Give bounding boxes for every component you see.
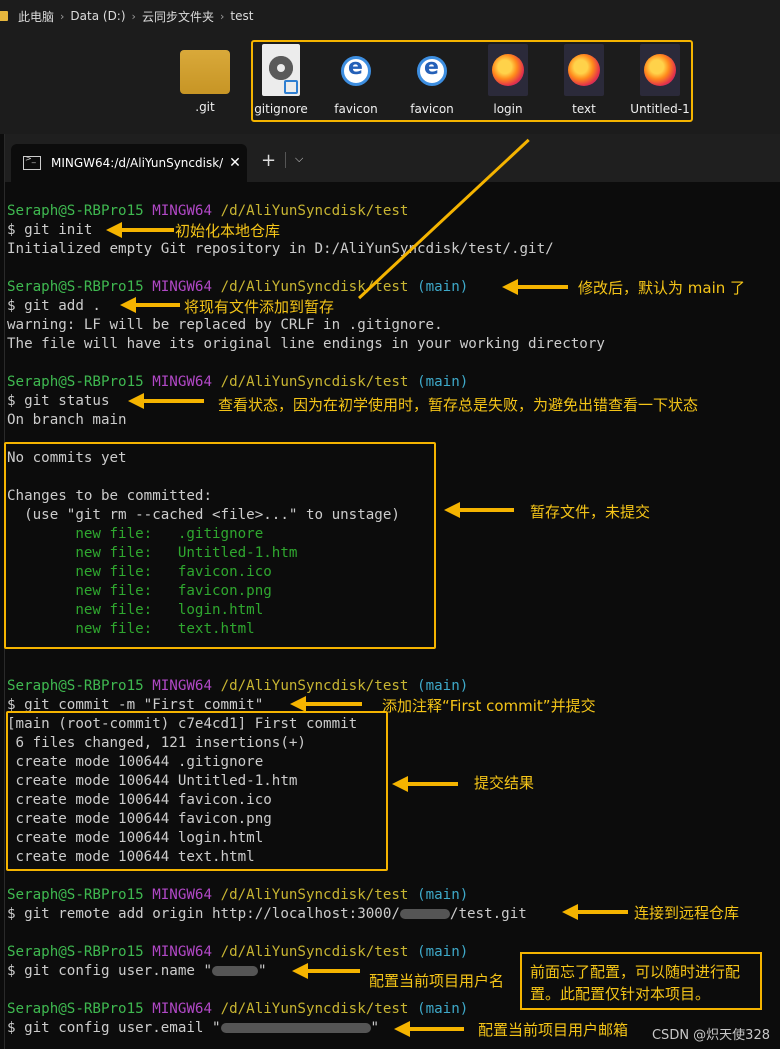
command-line: $ git init: [7, 222, 93, 238]
terminal-tab-bar: MINGW64:/d/AliYunSyncdisk/ ✕ + ⌵: [5, 134, 780, 182]
divider: [285, 152, 286, 168]
breadcrumb: 此电脑 › Data (D:) › 云同步文件夹 › test: [0, 0, 780, 32]
breadcrumb-item[interactable]: 云同步文件夹: [142, 8, 214, 25]
folder-icon: [0, 11, 8, 21]
terminal-icon: [23, 154, 41, 170]
chevron-right-icon: ›: [131, 9, 136, 23]
close-icon[interactable]: ✕: [223, 155, 247, 171]
annotation-staged: 暂存文件，未提交: [530, 503, 651, 521]
file-item-git-folder[interactable]: .git: [168, 44, 242, 114]
files-highlight-box: [251, 40, 693, 122]
output-line: Initialized empty Git repository in D:/A…: [7, 241, 554, 257]
redacted-text: [212, 966, 258, 976]
new-tab-button[interactable]: +: [261, 150, 276, 171]
annotation-config-name: 配置当前项目用户名: [369, 972, 505, 990]
prompt-line: Seraph@S-RBPro15 MINGW64 /d/AliYunSyncdi…: [7, 1001, 469, 1017]
redacted-text: [399, 909, 450, 919]
redacted-text: [220, 1023, 371, 1033]
annotation-config-email: 配置当前项目用户邮箱: [478, 1021, 629, 1039]
command-line: $ git remote add origin http://localhost…: [7, 906, 527, 922]
file-label: .git: [195, 100, 215, 114]
chevron-right-icon: ›: [60, 9, 65, 23]
annotation-commit-result: 提交结果: [474, 774, 535, 792]
watermark: CSDN @炽天使328: [651, 1028, 770, 1043]
breadcrumb-item[interactable]: test: [230, 9, 253, 23]
annotation-add: 将现有文件添加到暂存: [184, 298, 335, 316]
folder-icon: [180, 50, 230, 94]
command-line: $ git config user.name " ": [7, 963, 267, 979]
annotation-status: 查看状态，因为在初学使用时，暂存总是失败，为避免出错查看一下状态: [218, 396, 699, 414]
prompt-line: Seraph@S-RBPro15 MINGW64 /d/AliYunSyncdi…: [7, 678, 469, 694]
breadcrumb-item[interactable]: Data (D:): [70, 9, 125, 23]
annotation-default-main: 修改后，默认为 main 了: [578, 279, 746, 297]
chevron-down-icon[interactable]: ⌵: [295, 152, 303, 166]
annotation-init: 初始化本地仓库: [175, 222, 281, 240]
commit-result-highlight-box: [6, 711, 388, 871]
annotation-config-callout: 前面忘了配置，可以随时进行配置。此配置仅针对本项目。: [520, 952, 762, 1010]
file-explorer: 此电脑 › Data (D:) › 云同步文件夹 › test .git git…: [0, 0, 780, 134]
terminal-tab[interactable]: MINGW64:/d/AliYunSyncdisk/ ✕: [11, 144, 247, 182]
prompt-line: Seraph@S-RBPro15 MINGW64 /d/AliYunSyncdi…: [7, 944, 469, 960]
tab-title: MINGW64:/d/AliYunSyncdisk/: [51, 156, 223, 170]
command-line: $ git config user.email " ": [7, 1020, 380, 1036]
annotation-commit: 添加注释“First commit”并提交: [382, 697, 596, 715]
prompt-line: Seraph@S-RBPro15 MINGW64 /d/AliYunSyncdi…: [7, 374, 469, 390]
annotation-remote: 连接到远程仓库: [634, 904, 740, 922]
prompt-line: Seraph@S-RBPro15 MINGW64 /d/AliYunSyncdi…: [7, 203, 409, 219]
output-line: warning: LF will be replaced by CRLF in …: [7, 317, 443, 333]
prompt-line: Seraph@S-RBPro15 MINGW64 /d/AliYunSyncdi…: [7, 279, 469, 295]
command-line: $ git status: [7, 393, 110, 409]
command-line: $ git add .: [7, 298, 101, 314]
staged-files-highlight-box: [4, 442, 436, 649]
prompt-line: Seraph@S-RBPro15 MINGW64 /d/AliYunSyncdi…: [7, 887, 469, 903]
output-line: The file will have its original line end…: [7, 336, 605, 352]
breadcrumb-item[interactable]: 此电脑: [18, 8, 54, 25]
output-line: On branch main: [7, 412, 127, 428]
chevron-right-icon: ›: [219, 9, 225, 23]
